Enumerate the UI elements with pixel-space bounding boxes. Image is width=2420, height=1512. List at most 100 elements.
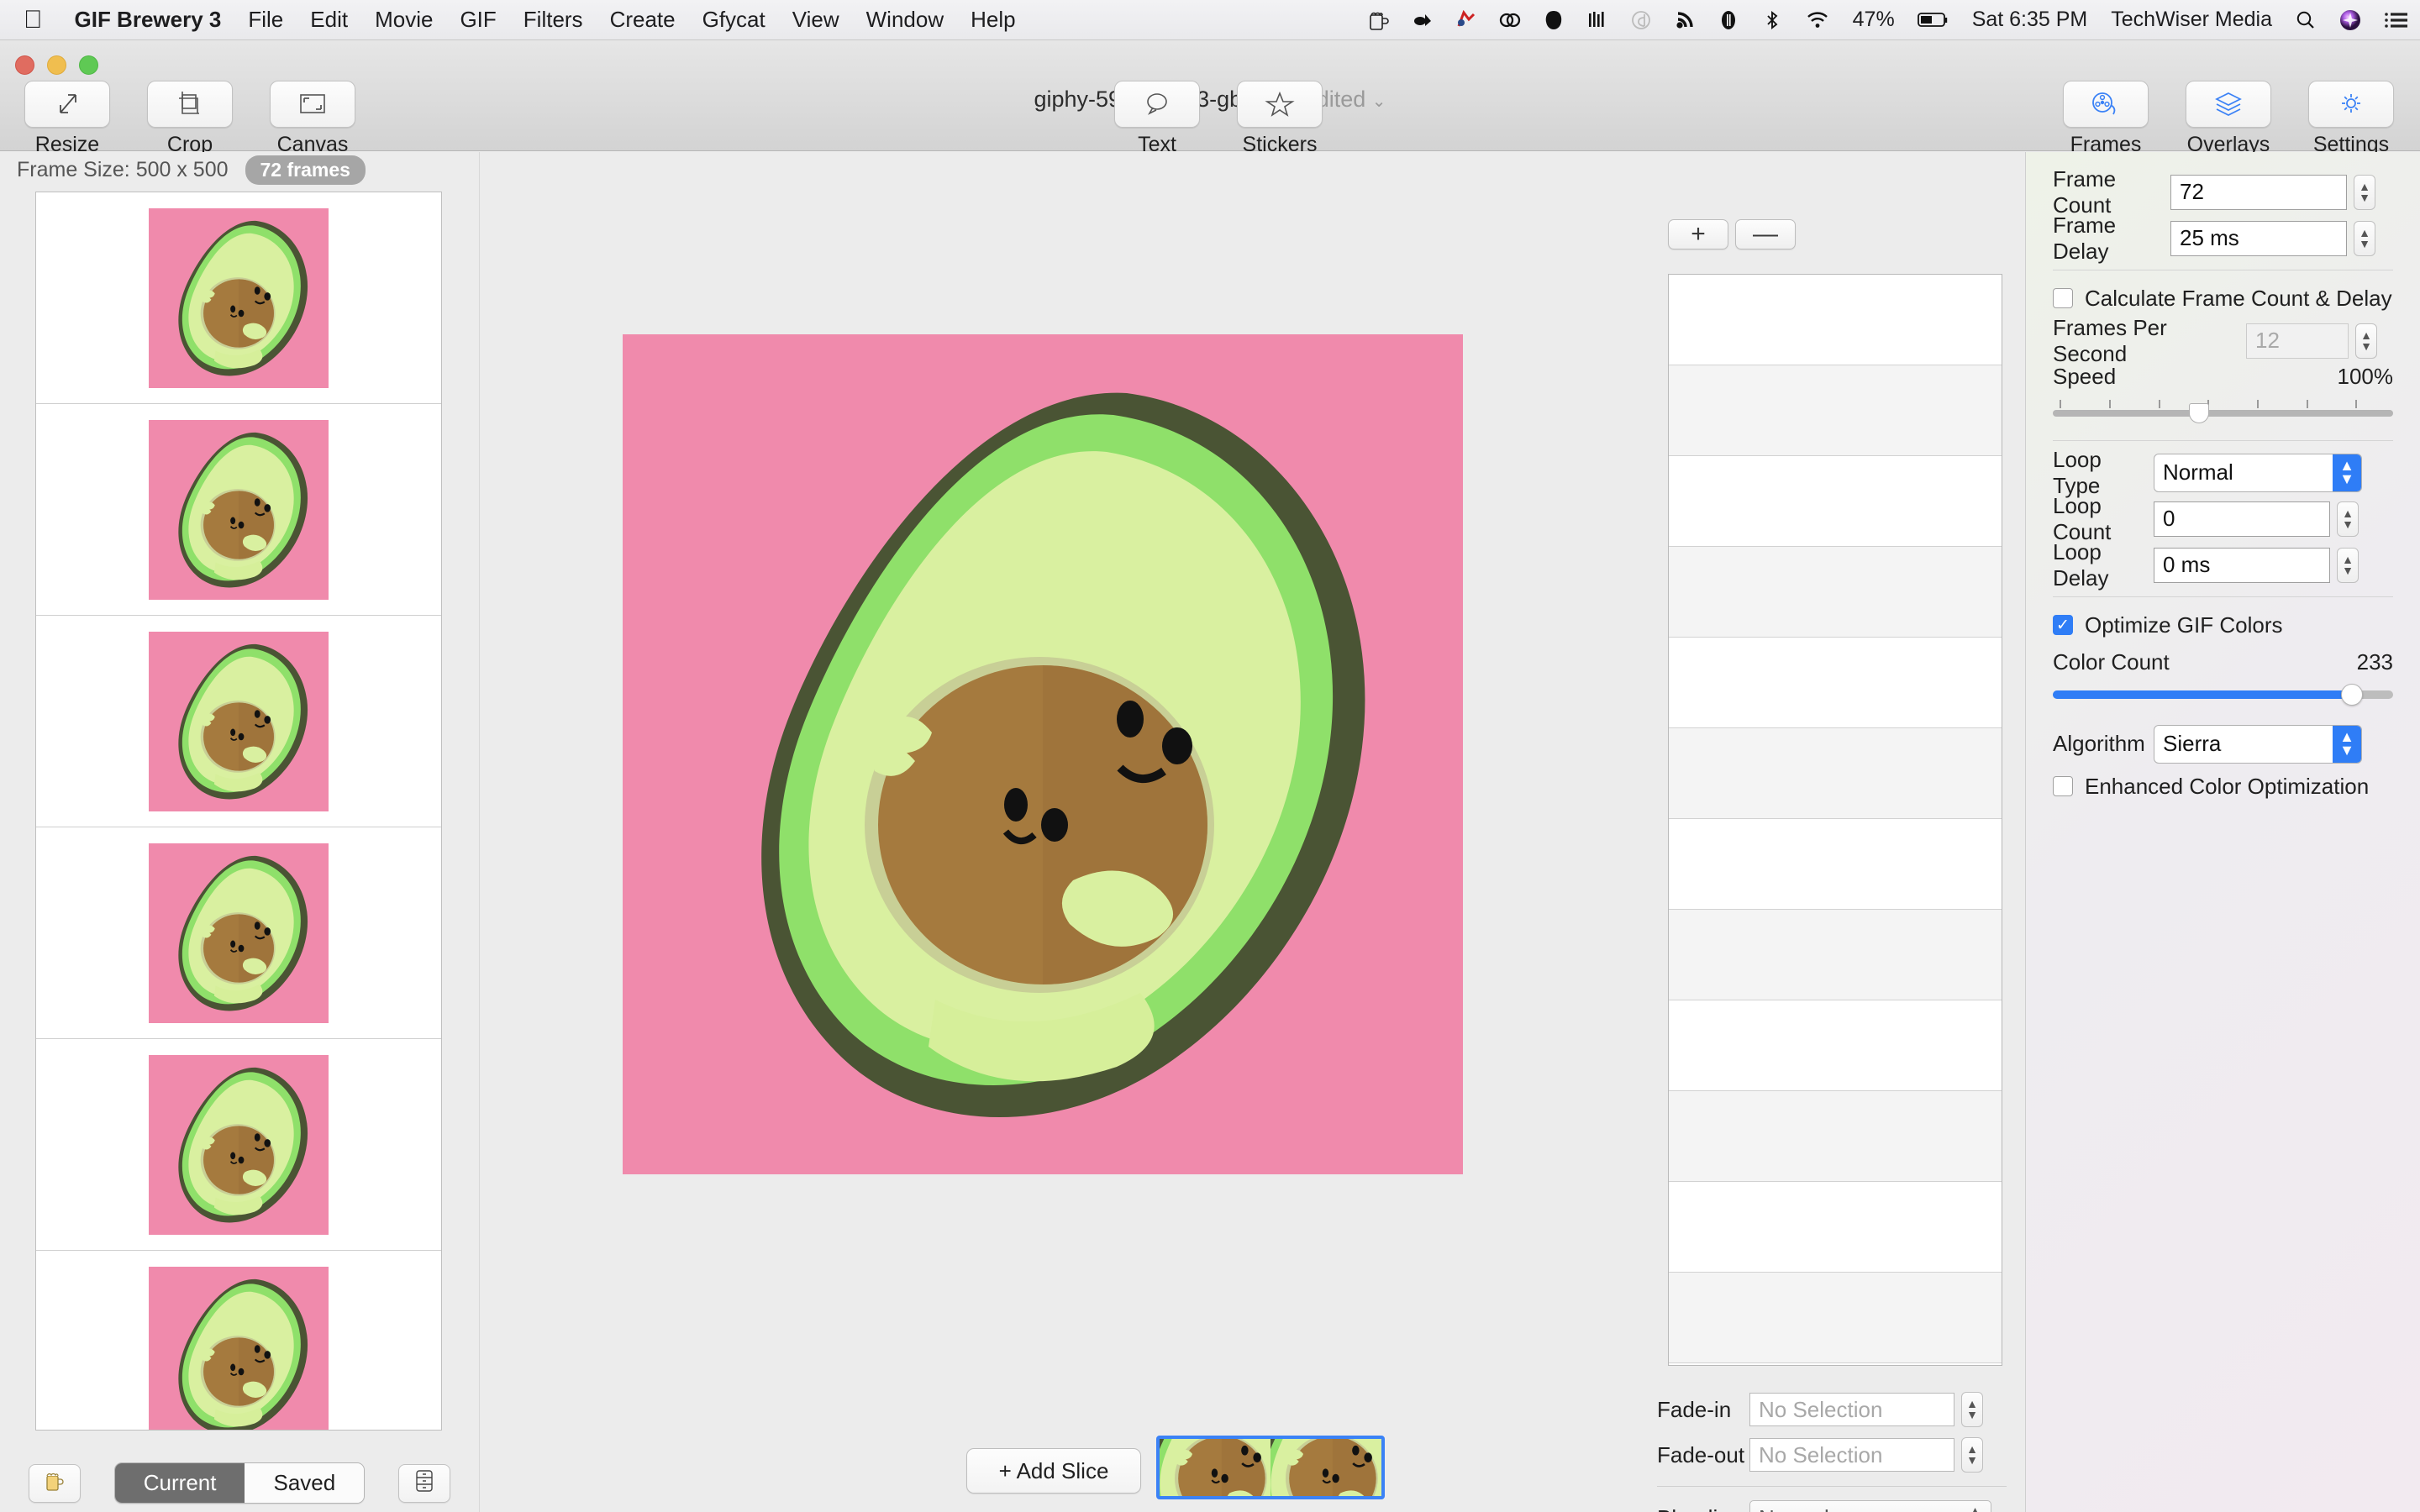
toolbar-item-resize[interactable]: Resize [15,81,119,157]
calculate-checkbox[interactable] [2053,288,2073,308]
add-overlay-button[interactable]: + [1668,219,1728,249]
chevron-down-icon[interactable]: ⌄ [1372,92,1386,111]
loop-delay-stepper[interactable]: ▲▼ [2337,548,2359,583]
archive-button[interactable] [398,1464,450,1503]
algorithm-select[interactable]: Sierra ▲▼ [2154,725,2362,764]
optimize-colors-row[interactable]: ✓ Optimize GIF Colors [2026,606,2420,644]
frames-list[interactable] [35,192,442,1431]
menu-item-movie[interactable]: Movie [361,7,446,33]
toolbar-item-crop[interactable]: Crop [138,81,242,157]
overlay-list-item[interactable] [1669,910,2002,1000]
menu-item-filters[interactable]: Filters [510,7,597,33]
menu-item-gfycat[interactable]: Gfycat [689,7,779,33]
segment-current[interactable]: Current [115,1463,245,1503]
apple-logo-icon[interactable]:  [0,8,61,33]
overlay-list-item[interactable] [1669,728,2002,819]
blending-select[interactable]: Normal ▲▼ [1749,1500,1991,1512]
segment-saved[interactable]: Saved [245,1463,364,1503]
stickers-button[interactable] [1237,81,1323,128]
fade-in-input[interactable]: No Selection [1749,1393,1954,1426]
fade-in-stepper[interactable]: ▲▼ [1961,1392,1983,1427]
menu-item-edit[interactable]: Edit [297,7,361,33]
beer-mug-icon[interactable] [1357,8,1401,32]
toolbar-item-settings[interactable]: Settings [2299,81,2403,157]
resize-button[interactable] [24,81,110,128]
toolbar-item-text[interactable]: Text [1105,81,1209,157]
overlay-list-item[interactable] [1669,456,2002,547]
frame-count-input[interactable]: 72 [2170,175,2347,210]
add-slice-button[interactable]: + Add Slice [966,1448,1141,1494]
siri-icon[interactable] [2328,8,2373,32]
minimize-button[interactable] [47,55,66,75]
overlay-list-item[interactable] [1669,1000,2002,1091]
overlay-list-item[interactable] [1669,547,2002,638]
bluetooth-icon[interactable] [1750,9,1794,31]
color-count-slider[interactable] [2053,690,2393,699]
overlay-list-item[interactable] [1669,638,2002,728]
frame-list-item[interactable] [36,1039,441,1251]
speed-slider[interactable] [2053,410,2393,417]
frame-delay-stepper[interactable]: ▲▼ [2354,221,2375,256]
bartender-icon[interactable] [1401,9,1444,31]
overlay-list-item[interactable] [1669,1273,2002,1363]
frame-list-item[interactable] [36,616,441,827]
loop-count-input[interactable]: 0 [2154,501,2330,537]
frame-list-item[interactable] [36,404,441,616]
overlays-button[interactable] [2186,81,2271,128]
frame-list-item[interactable] [36,192,441,404]
loop-count-stepper[interactable]: ▲▼ [2337,501,2359,537]
overlay-list-item[interactable] [1669,1091,2002,1182]
frame-count-stepper[interactable]: ▲▼ [2354,175,2375,210]
menu-item-view[interactable]: View [779,7,853,33]
menu-item-window[interactable]: Window [853,7,957,33]
menu-item-app[interactable]: GIF Brewery 3 [61,7,235,33]
battery-icon[interactable] [1907,11,1960,29]
canvas-button[interactable] [270,81,355,128]
menu-item-gif[interactable]: GIF [446,7,509,33]
frame-list-item[interactable] [36,827,441,1039]
close-button[interactable] [15,55,34,75]
overlay-list-item[interactable] [1669,275,2002,365]
settings-button[interactable] [2308,81,2394,128]
rss-icon[interactable] [1663,9,1707,31]
speed-slider-knob[interactable] [2189,403,2209,423]
malwarebytes-icon[interactable] [1532,9,1576,31]
fps-stepper[interactable]: ▲▼ [2355,323,2377,359]
account-name[interactable]: TechWiser Media [2099,8,2284,32]
notification-center-icon[interactable] [2373,10,2420,30]
menu-clock[interactable]: Sat 6:35 PM [1960,8,2100,32]
toolbar-item-overlays[interactable]: Overlays [2176,81,2281,157]
frames-button[interactable] [2063,81,2149,128]
overlay-list-item[interactable] [1669,1182,2002,1273]
loop-delay-input[interactable]: 0 ms [2154,548,2330,583]
current-saved-segmented-control[interactable]: Current Saved [114,1462,365,1504]
toolbar-item-frames[interactable]: Frames [2054,81,2158,157]
frame-delay-input[interactable]: 25 ms [2170,221,2347,256]
search-icon[interactable] [2284,9,2328,31]
optimize-checkbox[interactable]: ✓ [2053,615,2073,635]
wifi-icon[interactable] [1794,9,1841,31]
overlay-list-item[interactable] [1669,819,2002,910]
brewery-button[interactable] [29,1464,81,1503]
fps-input[interactable]: 12 [2246,323,2349,359]
color-count-knob[interactable] [2341,684,2363,706]
loop-type-select[interactable]: Normal ▲▼ [2154,454,2362,492]
gif-preview[interactable] [623,334,1463,1174]
zoom-button[interactable] [79,55,98,75]
crop-button[interactable] [147,81,233,128]
frame-list-item[interactable] [36,1251,441,1431]
text-button[interactable] [1114,81,1200,128]
fade-out-stepper[interactable]: ▲▼ [1961,1437,1983,1473]
wallet-icon[interactable] [1707,9,1750,31]
dropbox-icon[interactable] [1619,9,1663,31]
toolbar-item-stickers[interactable]: Stickers [1228,81,1332,157]
remove-overlay-button[interactable]: — [1735,219,1796,249]
parallels-icon[interactable] [1444,9,1488,31]
overlay-list[interactable] [1668,274,2002,1366]
overlay-list-item[interactable] [1669,365,2002,456]
calculate-frame-count-row[interactable]: Calculate Frame Count & Delay [2026,279,2420,318]
toolbar-item-canvas[interactable]: Canvas [260,81,365,157]
menu-item-file[interactable]: File [234,7,297,33]
fade-out-input[interactable]: No Selection [1749,1438,1954,1472]
enhanced-checkbox[interactable] [2053,776,2073,796]
